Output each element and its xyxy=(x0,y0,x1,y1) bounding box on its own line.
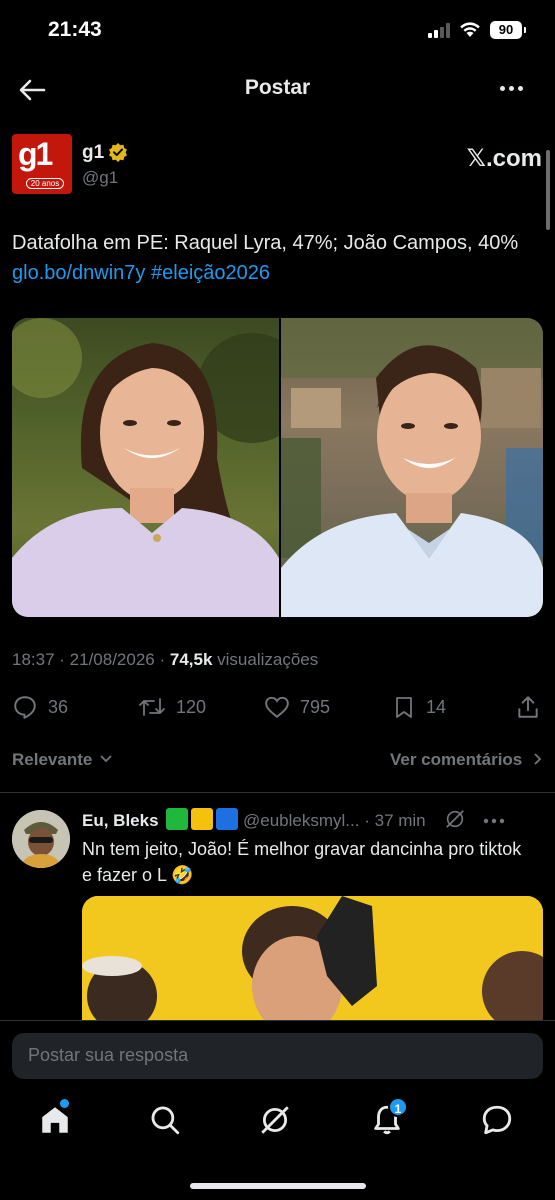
more-options-icon[interactable] xyxy=(496,84,528,94)
author-avatar[interactable]: g1 20 anos xyxy=(12,134,72,194)
battery-indicator: 90 xyxy=(490,21,526,39)
tab-home[interactable] xyxy=(38,1099,78,1143)
tweet-hashtag[interactable]: #eleição2026 xyxy=(151,262,270,284)
home-indicator xyxy=(190,1183,366,1189)
g1-logo-sub: 20 anos xyxy=(26,178,64,189)
status-time: 21:43 xyxy=(48,18,102,41)
like-button[interactable]: 795 xyxy=(264,690,330,724)
photo-raquel-lyra[interactable] xyxy=(12,318,279,617)
tweet-meta: 18:37 · 21/08/2026 · 74,5k visualizações xyxy=(12,650,319,669)
reply-header: Eu, Bleks @eubleksmyl... · 37 min xyxy=(82,808,543,834)
bookmark-button[interactable]: 14 xyxy=(392,690,446,724)
tab-search[interactable] xyxy=(148,1103,188,1143)
reply-button[interactable]: 36 xyxy=(12,690,68,724)
more-options-icon[interactable] xyxy=(483,818,505,824)
reply-media-image xyxy=(82,896,543,1021)
green-square-emoji xyxy=(166,808,189,830)
signal-icon xyxy=(428,23,454,38)
tab-bar: 1 xyxy=(0,1097,555,1143)
tweet-date: 21/08/2026 xyxy=(69,650,155,669)
tweet-author: g1 20 anos g1 @g1 𝕏.com xyxy=(12,134,542,194)
yellow-square-emoji xyxy=(191,808,214,830)
divider xyxy=(0,792,555,793)
reply-author-name[interactable]: Eu, Bleks xyxy=(82,811,159,830)
retweet-count: 120 xyxy=(176,696,207,717)
tweet-time: 18:37 xyxy=(12,650,55,669)
verified-badge-icon xyxy=(109,143,127,162)
grok-icon xyxy=(261,1106,289,1134)
tweet-actions: 36 120 795 14 xyxy=(12,690,543,724)
share-icon xyxy=(518,696,538,718)
grok-icon[interactable] xyxy=(444,808,466,830)
tab-notifications[interactable]: 1 xyxy=(370,1097,410,1143)
view-comments-link[interactable]: Ver comentários xyxy=(390,750,543,770)
chevron-down-icon xyxy=(100,755,112,763)
tweet-text: Datafolha em PE: Raquel Lyra, 47%; João … xyxy=(12,228,542,288)
reply-avatar-image xyxy=(12,810,70,868)
tab-grok[interactable] xyxy=(258,1103,298,1143)
tweet-link[interactable]: glo.bo/dnwin7y xyxy=(12,262,145,284)
portrait-woman-image xyxy=(12,318,279,617)
page-title: Postar xyxy=(244,76,311,99)
post-header: Postar xyxy=(0,66,555,112)
reply-avatar[interactable] xyxy=(12,810,70,868)
photo-joao-campos[interactable] xyxy=(281,318,543,617)
notifications-badge: 1 xyxy=(388,1097,408,1117)
blue-square-emoji xyxy=(216,808,239,830)
reply-icon xyxy=(14,696,36,719)
retweet-button[interactable]: 120 xyxy=(138,690,206,724)
share-button[interactable] xyxy=(515,690,541,724)
reply-text: Nn tem jeito, João! É melhor gravar danc… xyxy=(82,839,522,885)
author-name[interactable]: g1 xyxy=(82,142,104,164)
tweet-media[interactable] xyxy=(12,318,543,617)
author-handle: @g1 xyxy=(82,168,119,187)
views-label: visualizações xyxy=(217,650,319,669)
portrait-man-image xyxy=(281,318,543,617)
tweet-body: Datafolha em PE: Raquel Lyra, 47%; João … xyxy=(12,232,519,254)
chevron-right-icon xyxy=(534,753,542,765)
sort-dropdown[interactable]: Relevante xyxy=(12,750,113,770)
sort-label: Relevante xyxy=(12,750,93,769)
reply-compose-input[interactable]: Postar sua resposta xyxy=(12,1033,543,1079)
heart-icon xyxy=(265,696,289,718)
message-icon xyxy=(482,1105,512,1135)
home-icon xyxy=(42,1107,68,1133)
retweet-icon xyxy=(139,698,165,716)
tab-messages[interactable] xyxy=(480,1103,520,1143)
search-icon xyxy=(151,1106,180,1135)
bookmark-count: 14 xyxy=(426,696,447,717)
replies-bar: Relevante Ver comentários xyxy=(12,746,543,776)
wifi-icon xyxy=(460,22,480,37)
home-notification-dot xyxy=(60,1099,69,1108)
status-bar: 21:43 90 xyxy=(0,0,555,60)
views-count[interactable]: 74,5k xyxy=(170,650,213,669)
scrollbar[interactable] xyxy=(546,150,550,230)
source-label: 𝕏.com xyxy=(466,145,542,172)
view-comments-label: Ver comentários xyxy=(389,750,523,769)
like-count: 795 xyxy=(300,696,331,717)
reply-count: 36 xyxy=(48,696,69,717)
reply-author-handle: @eubleksmyl... xyxy=(243,811,360,830)
reply-media[interactable] xyxy=(82,896,543,1021)
g1-logo-text: g1 xyxy=(18,136,53,172)
bottom-area: Postar sua resposta 1 xyxy=(0,1020,555,1200)
reply-time: 37 min xyxy=(374,811,426,830)
bookmark-icon xyxy=(396,697,412,718)
